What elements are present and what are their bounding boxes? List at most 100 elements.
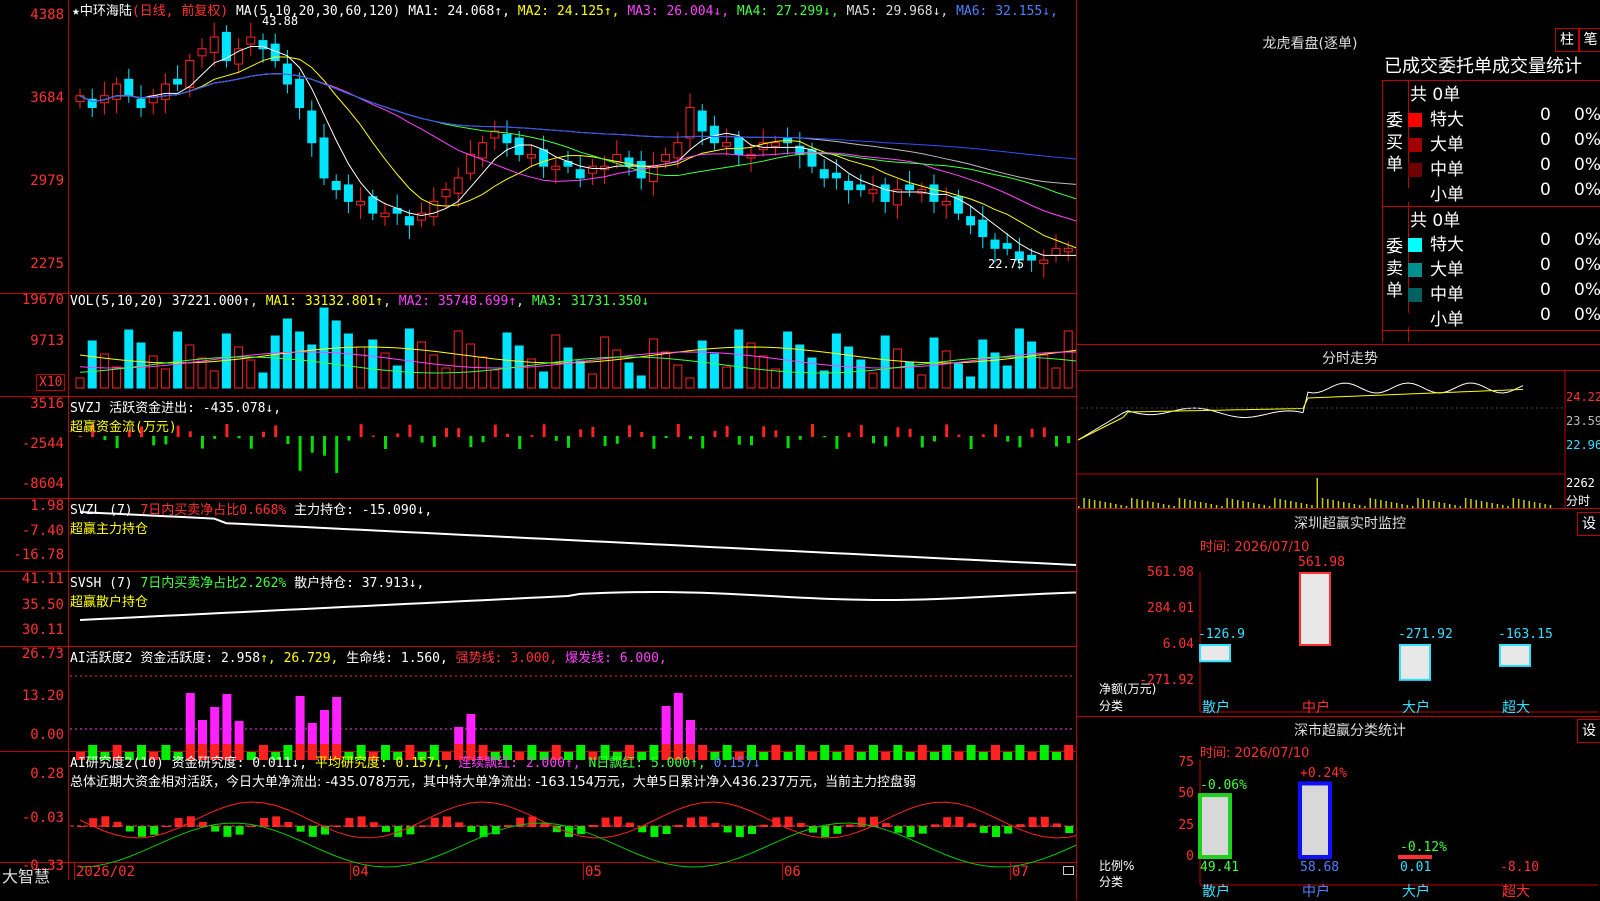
svsh-legend: SVSH (7) 7日内买卖净占比2.262% 散户持仓: 37.913↓, 超… (70, 572, 424, 610)
svzj-bar (1055, 436, 1058, 446)
ai2-last: 0.157↓ (714, 756, 761, 771)
svzj-bar (750, 436, 753, 445)
stat-pct: 0% (1574, 130, 1600, 150)
candle-body (747, 154, 755, 158)
vol-bar (320, 308, 328, 388)
svzj-bar (372, 436, 375, 437)
lhb-title: 龙虎看盘(逐单) (1200, 33, 1420, 53)
vol-bar (161, 369, 169, 388)
svzj-bar (213, 436, 216, 439)
stat-row: 大单00% (1408, 255, 1598, 279)
stat-count: 0 (1540, 280, 1551, 300)
svzj-bar (677, 424, 680, 437)
stats-bottom-border (1382, 330, 1600, 331)
svzj-bar (445, 428, 448, 437)
ai2-bar (955, 817, 963, 827)
intraday-vol: 2262 (1566, 476, 1595, 490)
vol-bar (430, 355, 438, 388)
vol-bar (796, 345, 804, 388)
ai2-bar (785, 817, 793, 827)
svzj-bar (530, 435, 533, 437)
svzj-bar (860, 425, 863, 437)
ai2-bar (272, 816, 280, 827)
tick-mode-button[interactable]: 笔 (1579, 28, 1600, 52)
candle-body (381, 213, 389, 217)
x-axis-label: 07 (1012, 864, 1029, 880)
ma-line-10 (80, 57, 1076, 254)
stat-row: 特大00% (1408, 105, 1598, 129)
sc-cat-label: 散户 (1202, 881, 1230, 901)
candle-body (869, 190, 877, 194)
svzj-bar (701, 436, 704, 448)
sz-value-label: -271.92 (1398, 627, 1453, 642)
low-mark: 22.75 (988, 257, 1024, 271)
sz-time: 时间: 2026/07/10 (1200, 536, 1309, 555)
stock-name[interactable]: 中环海陆 (80, 4, 132, 19)
buy-total: 共 0单 (1410, 80, 1460, 105)
stat-name: 特大 (1430, 235, 1464, 255)
svzj-bar (872, 436, 875, 443)
ai1-bar (979, 752, 988, 760)
intraday-top-border (1076, 344, 1600, 345)
svzj-bar (835, 436, 838, 449)
intraday-chart-border (1076, 370, 1600, 371)
intraday-vol-bar (1184, 499, 1186, 508)
stat-pct: 0% (1574, 305, 1600, 325)
candle-body (1003, 244, 1011, 249)
svzj-bar (152, 436, 155, 445)
vol-bar (881, 336, 889, 388)
candle-body (820, 170, 828, 178)
candle-body (613, 154, 621, 161)
candle-body (357, 201, 365, 205)
x-tick (583, 862, 584, 880)
ai1-bar (967, 745, 976, 760)
column-mode-button[interactable]: 柱 (1555, 28, 1579, 52)
candle-body (308, 111, 316, 143)
ai2-bar (309, 826, 317, 837)
vol-bar (259, 373, 267, 388)
intraday-bottom-border (1076, 508, 1600, 509)
sz-settings-button[interactable]: 设 (1577, 512, 1600, 536)
svzj-bar (347, 436, 350, 441)
stat-pct: 0% (1574, 105, 1600, 125)
intraday-vol-bar (1380, 500, 1382, 508)
ai1-burst: 爆发线: 6.000, (565, 651, 667, 666)
sub-y-tick: 3516 (2, 396, 64, 412)
stat-pct: 0% (1574, 180, 1600, 200)
svzj-bar (116, 436, 119, 448)
lock-icon[interactable] (1063, 866, 1074, 875)
stock-mode: (日线, 前复权) (132, 4, 228, 19)
intraday-vol-bar (1327, 499, 1329, 508)
intraday-vol-bar (1518, 499, 1520, 508)
svzj-legend: SVZJ 活跃资金进出: -435.078↓, 超赢资金流(万元) (70, 397, 281, 435)
main-legend: ★中环海陆(日线, 前复权) MA(5,10,20,30,60,120) MA1… (72, 0, 1058, 19)
ma-value-2: MA2: 24.125↑, (510, 4, 620, 19)
intraday-vol-bar (1237, 500, 1239, 508)
candle-body (588, 166, 596, 173)
ai1-legend: AI活跃度2 资金活跃度: 2.958↑, 26.729, 生命线: 1.560… (70, 647, 667, 666)
candle-body (552, 166, 560, 170)
ai2-bar (138, 826, 146, 837)
intraday-vol-bar (1529, 501, 1531, 508)
color-square-icon (1408, 263, 1422, 277)
vol-ma2: MA2: 35748.699↑ (399, 294, 516, 309)
stat-count: 0 (1540, 180, 1551, 200)
svzj-bar (103, 436, 106, 440)
stat-name: 小单 (1430, 310, 1464, 330)
sc-cat-label: 分类 (1099, 873, 1123, 890)
svzj-bar (555, 436, 558, 441)
stats-title: 已成交委托单成交量统计 (1384, 52, 1582, 78)
ai2-bar (382, 826, 390, 832)
sz-cat-label: 分类 (1099, 697, 1123, 714)
svzj-bar (628, 425, 631, 437)
sub-y-tick: -2544 (2, 436, 64, 452)
sc-settings-button[interactable]: 设 (1577, 719, 1600, 743)
ai2-bar (236, 826, 244, 835)
svzj-bar (921, 436, 924, 447)
vol-bar (649, 339, 657, 388)
svzj-bar (884, 436, 887, 446)
vol-bar (1028, 342, 1036, 388)
intraday-vol-bar (1099, 501, 1101, 508)
vol-bar (149, 356, 157, 388)
vol-bar (235, 347, 243, 388)
